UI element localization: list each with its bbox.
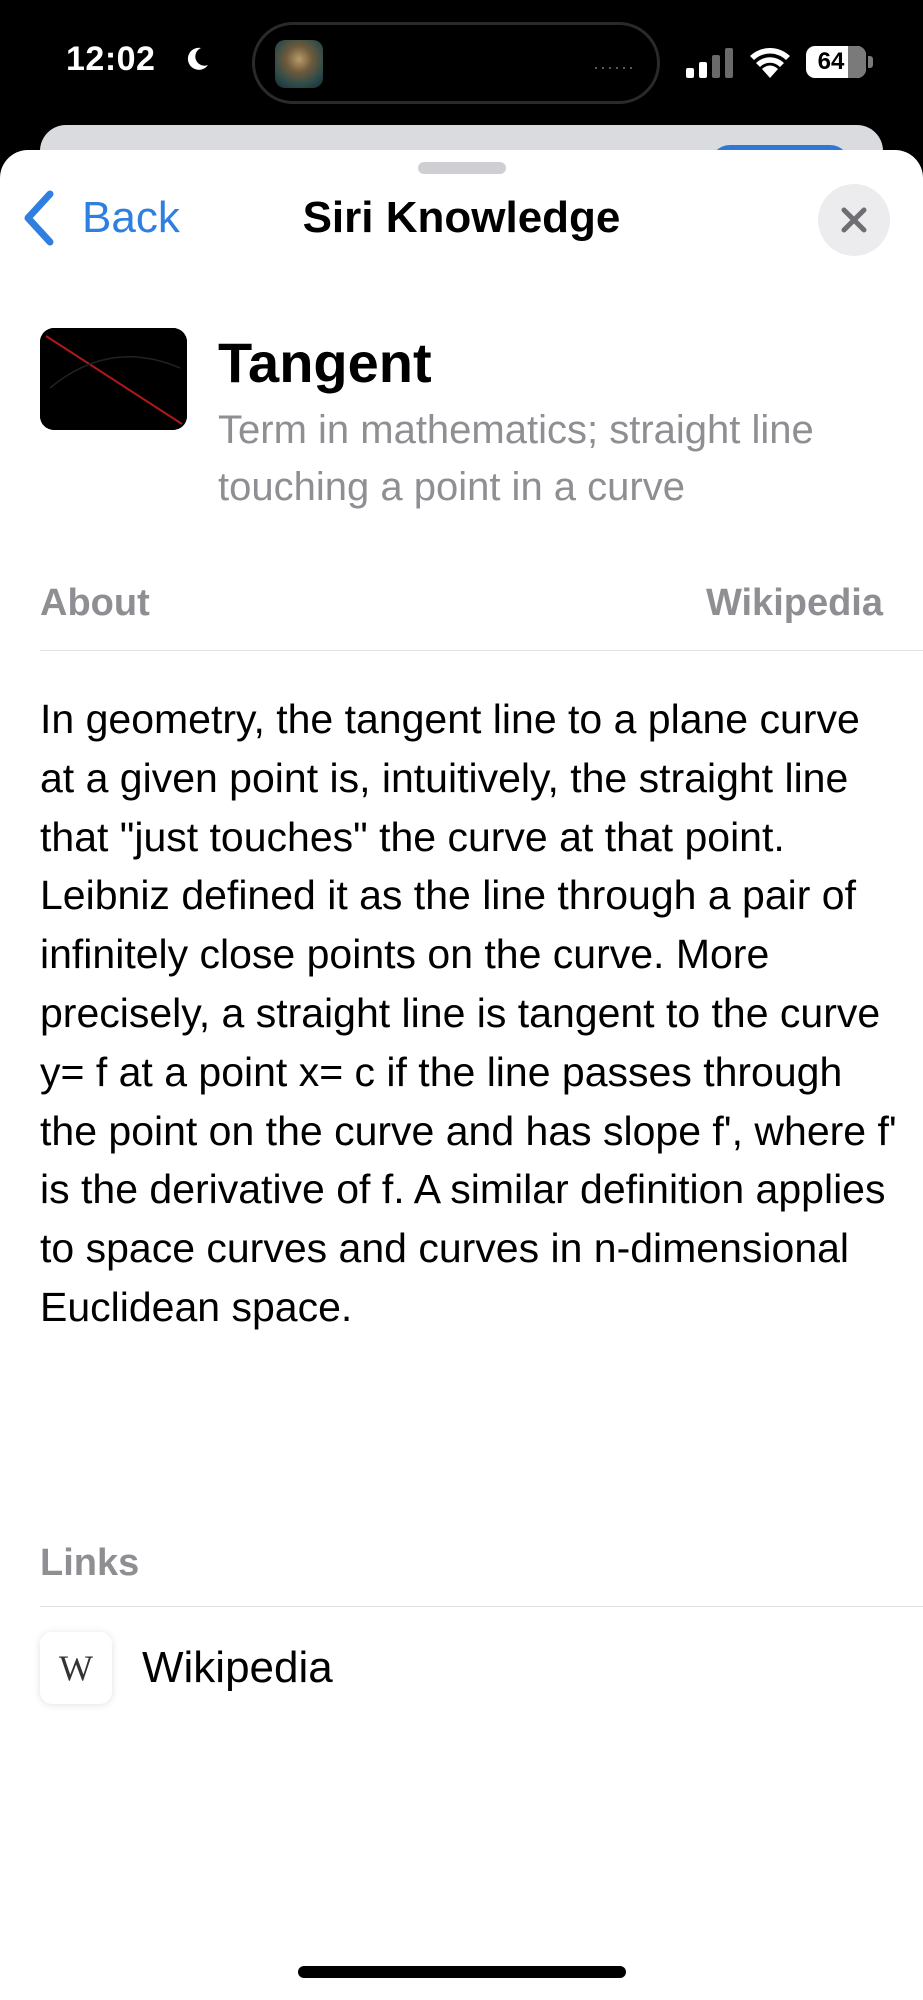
signal-icon <box>686 48 733 78</box>
about-text: In geometry, the tangent line to a plane… <box>40 696 897 1330</box>
home-indicator[interactable] <box>298 1966 626 1978</box>
close-icon <box>841 207 867 233</box>
page-title: Siri Knowledge <box>302 193 621 242</box>
status-bar: 12:02 ······ 64 <box>0 0 923 130</box>
battery-level: 64 <box>817 48 845 75</box>
close-button[interactable] <box>818 184 890 256</box>
wifi-icon <box>750 48 790 78</box>
link-label: Wikipedia <box>142 1643 333 1692</box>
now-playing-artwork-icon <box>275 40 323 88</box>
about-heading: About <box>40 582 150 624</box>
status-time: 12:02 <box>66 40 156 78</box>
entity-subtitle: Term in mathematics; straight line touch… <box>218 408 814 509</box>
entity-title: Tangent <box>218 331 432 394</box>
about-source-link[interactable]: Wikipedia <box>706 582 883 625</box>
activity-dots-icon: ······ <box>593 57 635 77</box>
sheet-grabber[interactable] <box>418 162 506 174</box>
links-heading: Links <box>40 1542 140 1584</box>
tangent-thumbnail <box>40 328 187 430</box>
tangent-line-image <box>40 328 187 430</box>
divider <box>40 1606 923 1607</box>
moon-icon <box>187 47 208 70</box>
link-wikipedia[interactable]: W Wikipedia <box>40 1632 640 1704</box>
divider <box>40 650 923 651</box>
wikipedia-icon: W <box>40 1632 112 1704</box>
dynamic-island[interactable]: ······ <box>252 22 660 104</box>
knowledge-sheet: Back Siri Knowledge Tangent Term in math… <box>0 150 923 2000</box>
battery-icon: 64 <box>806 46 866 78</box>
